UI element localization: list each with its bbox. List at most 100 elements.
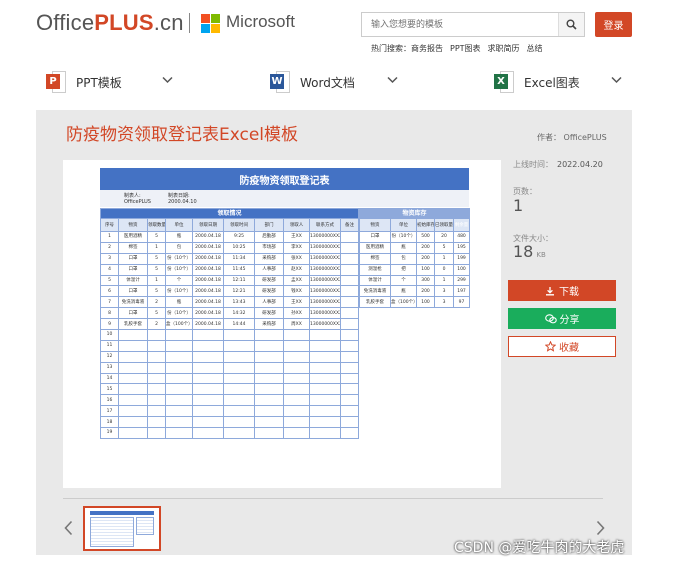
table-cell: 物资 — [359, 218, 391, 232]
chevron-down-icon[interactable] — [162, 76, 173, 84]
table-cell — [339, 350, 360, 363]
table-cell — [118, 405, 148, 418]
table-cell — [339, 372, 360, 385]
table-cell: 联系方式 — [309, 218, 341, 232]
table-row: 体温计个 300 1 299 — [359, 274, 471, 287]
table-cell: 医用酒精 — [118, 231, 148, 243]
table-cell — [165, 383, 193, 396]
table-cell — [339, 263, 360, 276]
table-cell — [223, 339, 255, 352]
download-button[interactable]: 下载 — [508, 280, 616, 301]
table-cell — [254, 416, 284, 429]
table-cell — [339, 405, 360, 418]
table-cell — [147, 350, 166, 363]
table-cell: 12:11 — [223, 274, 255, 287]
table-cell: 5 — [100, 274, 119, 287]
table-cell: 13000000XX242 — [309, 318, 341, 331]
share-button[interactable]: 分享 — [508, 308, 616, 329]
table-cell: 14:44 — [223, 318, 255, 331]
star-icon — [545, 341, 556, 352]
chevron-down-icon[interactable] — [611, 76, 622, 84]
table-cell: 2000.04.18 — [192, 296, 224, 309]
table-cell: 13000000XX240 — [309, 296, 341, 309]
table-cell — [192, 339, 224, 352]
pages-value: 1 — [513, 196, 524, 215]
table-row: 9 乳胶手套 2 盒（100个） 2000.04.18 14:44 采购部 周XX 130000… — [100, 318, 360, 331]
table-cell — [147, 329, 166, 341]
table-cell — [223, 416, 255, 429]
table-cell — [223, 394, 255, 407]
table-cell: 12 — [100, 350, 119, 363]
table-cell — [192, 427, 224, 439]
table-cell — [339, 394, 360, 407]
table-cell — [254, 329, 284, 341]
preview-thumbnail[interactable] — [83, 506, 161, 551]
table-cell — [254, 405, 284, 418]
table-cell — [165, 372, 193, 385]
table-cell — [147, 339, 166, 352]
table-cell — [223, 372, 255, 385]
table-cell — [223, 329, 255, 341]
template-preview[interactable]: 防疫物资领取登记表 制表人: 制表日期: OfficePLUS 2000.04.… — [63, 160, 501, 488]
table-cell — [223, 361, 255, 374]
table-cell: 领取人 — [283, 218, 310, 232]
chevron-down-icon[interactable] — [387, 76, 398, 84]
table-cell: 单位 — [165, 218, 193, 232]
table-cell — [223, 427, 255, 439]
download-label: 下载 — [559, 287, 579, 298]
sheet-info-label: 制表人: — [124, 193, 141, 199]
hot-term[interactable]: 总结 — [527, 44, 543, 53]
table-cell: 5 — [147, 285, 166, 298]
table-cell: 把 — [390, 263, 417, 276]
table-cell: 5 — [147, 263, 166, 276]
table-cell: 王XX — [283, 296, 310, 309]
table-row: 2棉签1包2000.04.1810:25市场部李XX13000000XX235 — [100, 241, 360, 254]
table-cell: 4 — [100, 263, 119, 276]
search-input[interactable] — [362, 13, 558, 36]
hot-term[interactable]: 商务报告 — [411, 44, 443, 53]
hot-term[interactable]: 求职简历 — [488, 44, 520, 53]
table-cell — [118, 394, 148, 407]
table-cell — [223, 405, 255, 418]
table-cell: 300 — [416, 274, 435, 287]
table-cell: 200 — [416, 241, 435, 254]
table-cell: 李XX — [283, 241, 310, 254]
table-cell — [339, 285, 360, 298]
chevron-left-icon[interactable] — [64, 520, 73, 536]
table-cell: 孟XX — [283, 274, 310, 287]
table-row: 棉签包 200 1 199 — [359, 252, 471, 265]
table-row: 口罩 份（10个） 500 20 480 — [359, 231, 471, 243]
table-cell: 14:32 — [223, 307, 255, 320]
table-cell: 1 — [434, 252, 454, 265]
table-cell: 孙XX — [283, 307, 310, 320]
nav-word[interactable]: W Word文档 — [270, 68, 355, 96]
nav-ppt[interactable]: P PPT模板 — [46, 68, 122, 96]
table-cell: 免洗消毒液 — [118, 296, 148, 309]
table-cell: 13 — [100, 361, 119, 374]
sheet-info-label: 制表日期: — [168, 193, 190, 199]
table-cell: 11 — [100, 339, 119, 352]
table-cell: 17 — [100, 405, 119, 418]
table-cell — [283, 339, 310, 352]
logo-plus: PLUS — [94, 10, 154, 35]
table-cell: 19 — [100, 427, 119, 439]
table-cell — [339, 416, 360, 429]
table-cell — [254, 350, 284, 363]
login-button[interactable]: 登录 — [595, 12, 632, 37]
table-cell: 200 — [416, 285, 435, 298]
officeplus-logo[interactable]: OfficePLUS.cn — [36, 10, 184, 36]
table-cell: 13000000XX234 — [309, 231, 341, 243]
table-cell — [339, 307, 360, 320]
favorite-button[interactable]: 收藏 — [508, 336, 616, 357]
table-cell: 5 — [434, 241, 454, 254]
chevron-right-icon[interactable] — [596, 520, 605, 536]
table-cell: 瓶 — [165, 296, 193, 309]
table-cell: 12:21 — [223, 285, 255, 298]
table-cell: 13000000XX241 — [309, 307, 341, 320]
table-cell: 100 — [416, 263, 435, 276]
nav-excel[interactable]: X Excel图表 — [494, 68, 580, 96]
hot-term[interactable]: PPT图表 — [450, 44, 481, 53]
table-cell: 赵XX — [283, 263, 310, 276]
search-button[interactable] — [558, 13, 584, 36]
table-cell — [254, 383, 284, 396]
